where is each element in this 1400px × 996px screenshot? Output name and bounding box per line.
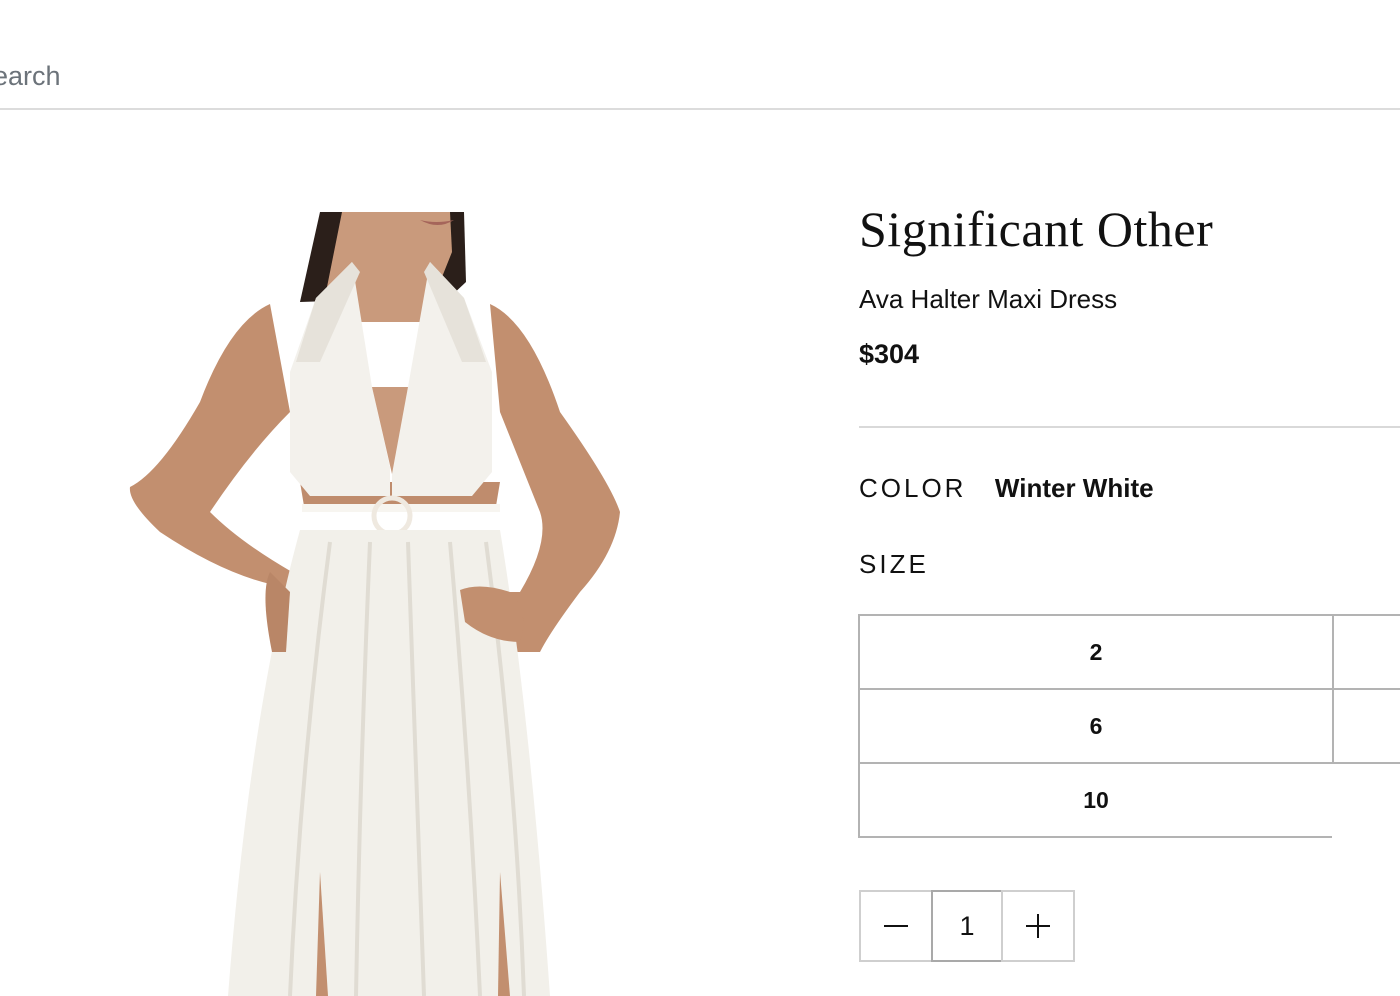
size-grid: 2 6 10 xyxy=(858,614,1400,838)
size-option-2[interactable]: 2 xyxy=(858,614,1334,690)
product-page: Significant Other Ava Halter Maxi Dress … xyxy=(0,0,1400,996)
product-brand[interactable]: Significant Other xyxy=(859,200,1213,258)
search-input[interactable] xyxy=(0,54,775,98)
quantity-stepper: 1 xyxy=(859,890,1075,962)
size-option-6[interactable]: 6 xyxy=(858,688,1334,764)
plus-icon xyxy=(1024,912,1052,940)
size-option[interactable] xyxy=(1332,614,1400,690)
divider xyxy=(859,426,1400,428)
color-row: COLOR Winter White xyxy=(859,473,1154,504)
product-price: $304 xyxy=(859,339,920,369)
search-bar xyxy=(0,0,1400,110)
quantity-decrease-button[interactable] xyxy=(859,890,933,962)
quantity-value[interactable]: 1 xyxy=(931,890,1003,962)
color-label: COLOR xyxy=(859,473,967,503)
color-value: Winter White xyxy=(994,473,1154,503)
size-label: SIZE xyxy=(859,549,929,579)
size-option[interactable] xyxy=(1332,688,1400,764)
quantity-increase-button[interactable] xyxy=(1001,890,1075,962)
size-option-10[interactable]: 10 xyxy=(858,762,1334,838)
product-name: Ava Halter Maxi Dress xyxy=(859,284,1118,314)
size-option[interactable] xyxy=(1332,762,1400,838)
minus-icon xyxy=(882,912,910,940)
product-image[interactable] xyxy=(120,212,630,996)
